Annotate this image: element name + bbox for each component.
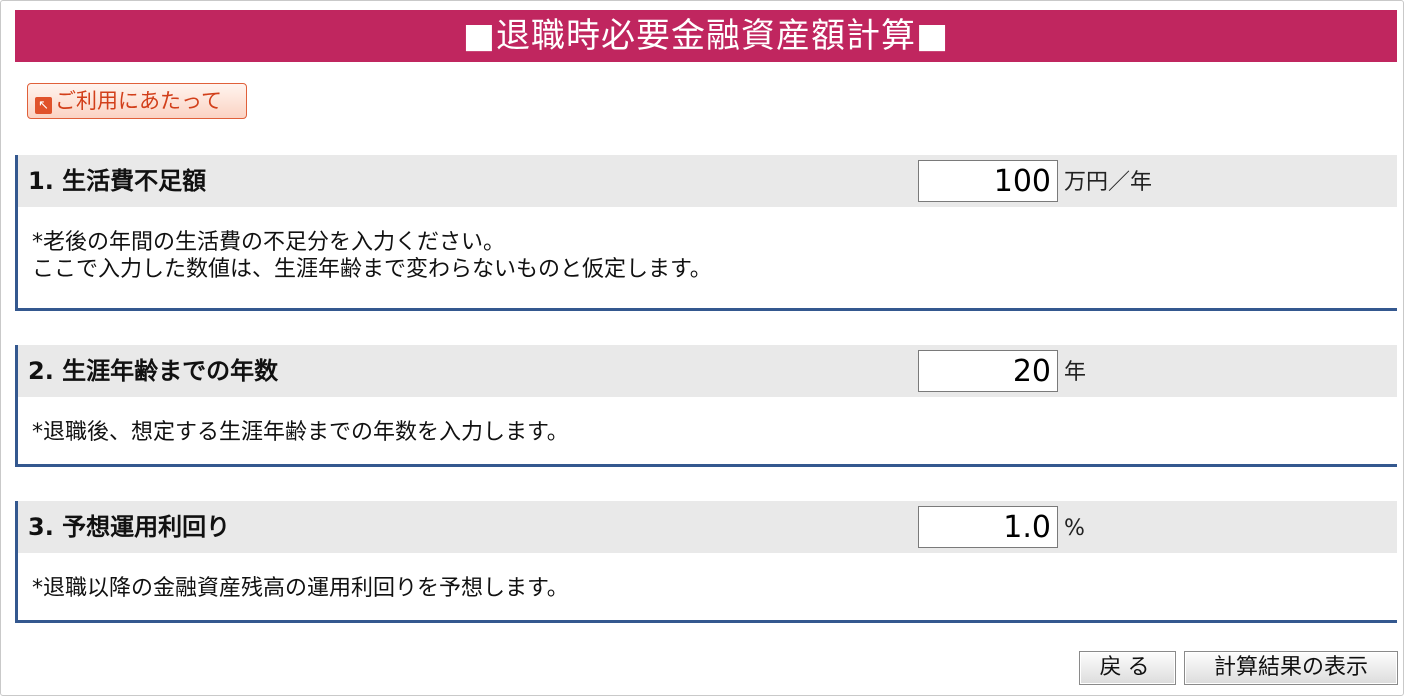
section-note: *退職以降の金融資産残高の運用利回りを予想します。 xyxy=(18,553,1397,602)
usage-guide-button[interactable]: ↖ ご利用にあたって xyxy=(27,83,247,119)
section-note: *老後の年間の生活費の不足分を入力ください。 ここで入力した数値は、生涯年齢まで… xyxy=(18,207,1397,283)
years-to-lifespan-input[interactable] xyxy=(918,350,1058,392)
back-button[interactable]: 戻る xyxy=(1079,651,1176,685)
section-header: 1. 生活費不足額 万円／年 xyxy=(18,155,1397,207)
unit-label: % xyxy=(1064,516,1085,541)
external-link-icon: ↖ xyxy=(35,97,52,114)
note-line: *老後の年間の生活費の不足分を入力ください。 xyxy=(32,230,506,255)
section-label: 3. 予想運用利回り xyxy=(28,513,231,541)
note-line: *退職以降の金融資産残高の運用利回りを予想します。 xyxy=(32,576,569,601)
unit-label: 万円／年 xyxy=(1064,170,1153,195)
section-label: 2. 生涯年齢までの年数 xyxy=(28,357,279,385)
unit-label: 年 xyxy=(1064,360,1087,385)
section-label: 1. 生活費不足額 xyxy=(28,167,207,195)
section-note: *退職後、想定する生涯年齢までの年数を入力します。 xyxy=(18,397,1397,446)
note-line: *退職後、想定する生涯年齢までの年数を入力します。 xyxy=(32,420,569,445)
expected-yield-input[interactable] xyxy=(918,506,1058,548)
section-header: 2. 生涯年齢までの年数 年 xyxy=(18,345,1397,397)
page-title: ■退職時必要金融資産額計算■ xyxy=(15,10,1397,62)
years-to-lifespan-section: 2. 生涯年齢までの年数 年 *退職後、想定する生涯年齢までの年数を入力します。 xyxy=(15,345,1397,467)
living-cost-shortfall-section: 1. 生活費不足額 万円／年 *老後の年間の生活費の不足分を入力ください。 ここ… xyxy=(15,155,1397,311)
usage-guide-label: ご利用にあたって xyxy=(55,89,222,113)
show-result-button[interactable]: 計算結果の表示 xyxy=(1184,651,1398,685)
section-header: 3. 予想運用利回り % xyxy=(18,501,1397,553)
living-cost-shortfall-input[interactable] xyxy=(918,160,1058,202)
expected-yield-section: 3. 予想運用利回り % *退職以降の金融資産残高の運用利回りを予想します。 xyxy=(15,501,1397,623)
note-line: ここで入力した数値は、生涯年齢まで変わらないものと仮定します。 xyxy=(32,257,712,282)
